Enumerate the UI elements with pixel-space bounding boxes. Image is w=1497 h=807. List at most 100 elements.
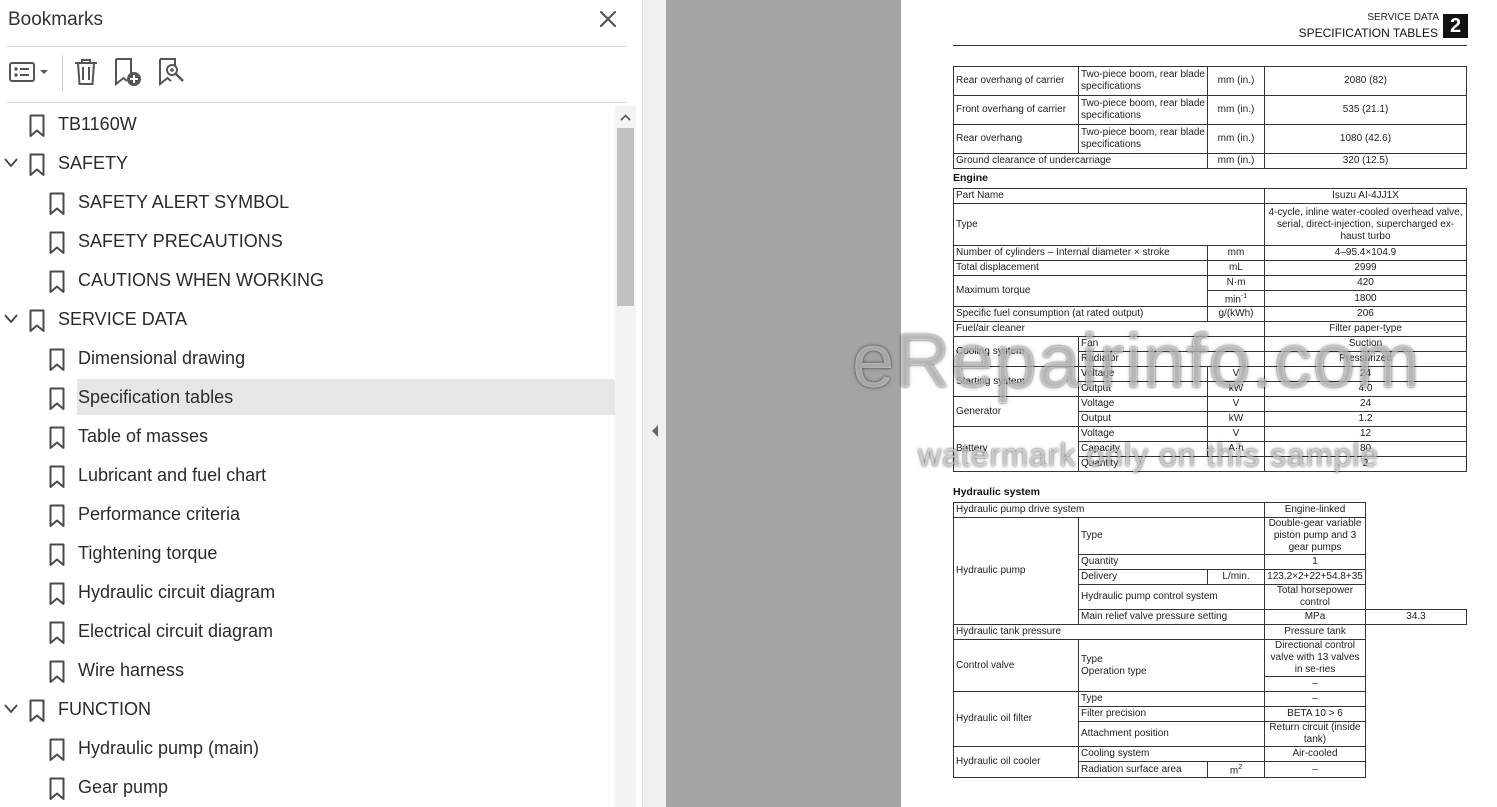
bookmark-item[interactable]: Specification tables bbox=[0, 379, 615, 415]
bookmark-label: FUNCTION bbox=[58, 699, 151, 719]
bookmark-label: SAFETY bbox=[58, 153, 129, 173]
bookmark-options-button[interactable] bbox=[8, 56, 52, 88]
engine-heading: Engine bbox=[953, 172, 989, 184]
bookmark-label: SERVICE DATA bbox=[58, 309, 188, 329]
bookmark-item[interactable]: Tightening torque bbox=[0, 535, 615, 571]
table-row: Hydraulic pump drive system Engine-linked bbox=[952, 502, 1467, 518]
bookmark-icon bbox=[49, 387, 65, 410]
table-row: Hydraulic oil cooler Cooling system Air-co… bbox=[953, 745, 1467, 779]
table-row: Starting system Voltage V 24 bbox=[953, 366, 1467, 398]
table-row: Ground clearance of undercarriage mm (in.… bbox=[953, 153, 1467, 169]
header-rule bbox=[953, 45, 1467, 46]
bookmark-label: SAFETY PRECAUTIONS bbox=[78, 231, 283, 251]
table-row: Front overhang of carrier Two-piece boom,… bbox=[953, 95, 1467, 125]
collapse-arrow-icon[interactable] bbox=[650, 424, 660, 438]
bookmark-icon bbox=[49, 543, 65, 566]
table-row: Battery Voltage V 12 bbox=[953, 426, 1467, 473]
bookmark-icon bbox=[29, 114, 45, 137]
bookmark-label: Lubricant and fuel chart bbox=[78, 465, 267, 485]
list-options-icon bbox=[9, 62, 48, 82]
bookmark-icon bbox=[29, 309, 45, 332]
bookmark-icon bbox=[49, 660, 65, 683]
table-row: Cooling system Fan Suction bbox=[953, 336, 1467, 368]
bookmark-label: Gear pump bbox=[78, 777, 169, 797]
panel-title: Bookmarks bbox=[8, 9, 104, 30]
table-row: Maximum torque N·m 420 bbox=[953, 274, 1467, 308]
bookmark-icon bbox=[49, 777, 65, 800]
table-row: Hydraulic oil filter Type – bbox=[953, 691, 1467, 747]
bookmark-label: Tightening torque bbox=[78, 543, 218, 563]
bookmark-item[interactable]: Table of masses bbox=[0, 418, 615, 454]
bookmark-item[interactable]: Hydraulic pump (main) bbox=[0, 730, 615, 766]
table-row: Number of cylinders – Internal diameter … bbox=[953, 245, 1467, 261]
table-row: Generator Voltage V 24 bbox=[953, 396, 1467, 428]
bookmark-label: TB1160W bbox=[58, 114, 137, 134]
table-row: Control valve Type Operation type Direction… bbox=[953, 639, 1467, 692]
document-background bbox=[666, 0, 901, 807]
bookmark-item[interactable]: TB1160W bbox=[0, 106, 615, 142]
header-section: SERVICE DATA bbox=[1367, 12, 1439, 23]
bookmark-icon bbox=[29, 699, 45, 722]
chevron-down-icon[interactable] bbox=[3, 702, 19, 716]
bookmark-icon bbox=[49, 504, 65, 527]
bookmark-label: SAFETY ALERT SYMBOL bbox=[78, 192, 290, 212]
close-icon bbox=[599, 10, 617, 28]
bookmark-item[interactable]: Lubricant and fuel chart bbox=[0, 457, 615, 493]
bookmark-item[interactable]: SAFETY PRECAUTIONS bbox=[0, 223, 615, 259]
bookmark-search-icon bbox=[159, 58, 184, 87]
bookmark-icon bbox=[49, 348, 65, 371]
dimensions-table: Rear overhang of carrier Two-piece boom, … bbox=[953, 66, 1467, 169]
document-page: SERVICE DATA SPECIFICATION TABLES 2 Rear… bbox=[901, 0, 1497, 807]
chevron-down-icon[interactable] bbox=[3, 312, 19, 326]
chapter-number: 2 bbox=[1443, 14, 1468, 38]
scroll-thumb[interactable] bbox=[617, 128, 634, 306]
bookmark-icon bbox=[49, 231, 65, 254]
chevron-down-icon[interactable] bbox=[3, 156, 19, 170]
bookmark-item[interactable]: Dimensional drawing bbox=[0, 340, 615, 376]
table-row: Hydraulic tank pressure Pressure tank bbox=[952, 624, 1467, 640]
bookmark-item[interactable]: Gear pump bbox=[0, 769, 615, 805]
table-row: Rear overhang Two-piece boom, rear blade … bbox=[953, 124, 1467, 154]
find-bookmark-button[interactable] bbox=[156, 56, 188, 88]
add-bookmark-icon bbox=[115, 58, 141, 87]
bookmark-icon bbox=[29, 153, 45, 176]
bookmark-item[interactable]: SAFETY bbox=[0, 145, 615, 181]
table-row: Fuel/air cleaner Filter paper-type bbox=[952, 321, 1467, 338]
bookmark-item[interactable]: SERVICE DATA bbox=[0, 301, 615, 337]
table-row: Hydraulic pump Type Double-gear variable p… bbox=[953, 517, 1467, 625]
divider bbox=[7, 46, 627, 47]
table-row: Rear overhang of carrier Two-piece boom, … bbox=[953, 66, 1467, 96]
bookmark-item[interactable]: CAUTIONS WHEN WORKING bbox=[0, 262, 615, 298]
bookmarks-panel: Bookmarks TB1160W SAFETY SAFETY ALERT SY… bbox=[0, 0, 642, 807]
scroll-up-icon[interactable] bbox=[615, 110, 636, 124]
header-title: SPECIFICATION TABLES bbox=[1298, 26, 1438, 40]
trash-icon bbox=[75, 59, 97, 85]
bookmark-item[interactable]: Electrical circuit diagram bbox=[0, 613, 615, 649]
table-row: Total displacement mL 2999 bbox=[953, 260, 1467, 276]
bookmark-label: Hydraulic pump (main) bbox=[78, 738, 260, 758]
bookmark-item[interactable]: Hydraulic circuit diagram bbox=[0, 574, 615, 610]
bookmark-item[interactable]: SAFETY ALERT SYMBOL bbox=[0, 184, 615, 220]
bookmark-item[interactable]: Performance criteria bbox=[0, 496, 615, 532]
bookmark-label: Electrical circuit diagram bbox=[78, 621, 274, 641]
panel-splitter[interactable] bbox=[642, 0, 667, 807]
bookmark-icon bbox=[49, 738, 65, 761]
hydraulic-heading: Hydraulic system bbox=[953, 486, 1040, 498]
engine-table: Part Name Isuzu AI-4JJ1X Type 4-cycle, inl… bbox=[952, 188, 1467, 473]
bookmark-label: CAUTIONS WHEN WORKING bbox=[78, 270, 324, 290]
bookmark-item[interactable]: FUNCTION bbox=[0, 691, 615, 727]
bookmark-label: Wire harness bbox=[78, 660, 185, 680]
table-row: Type 4-cycle, inline water-cooled overhea… bbox=[952, 203, 1467, 246]
vertical-scrollbar[interactable] bbox=[615, 106, 636, 807]
bookmark-label: Dimensional drawing bbox=[78, 348, 246, 368]
add-bookmark-button[interactable] bbox=[112, 56, 144, 88]
bookmark-tree: TB1160W SAFETY SAFETY ALERT SYMBOL SAFETY P… bbox=[0, 106, 615, 807]
bookmark-icon bbox=[49, 465, 65, 488]
close-panel-button[interactable] bbox=[596, 7, 620, 31]
bookmark-icon bbox=[49, 582, 65, 605]
bookmark-label: Specification tables bbox=[78, 387, 234, 407]
delete-bookmark-button[interactable] bbox=[72, 56, 100, 88]
bookmark-icon bbox=[49, 270, 65, 293]
divider bbox=[7, 102, 627, 103]
bookmark-item[interactable]: Wire harness bbox=[0, 652, 615, 688]
